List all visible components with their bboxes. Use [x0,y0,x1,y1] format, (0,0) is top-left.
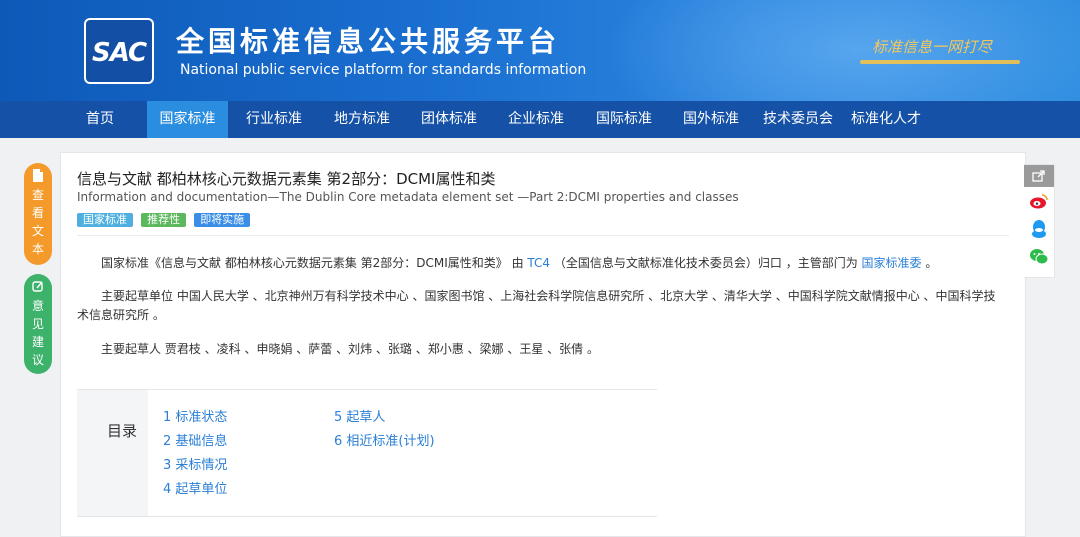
badge-upcoming: 即将实施 [194,213,251,227]
qq-share[interactable] [1024,215,1054,243]
drafting-units: 主要起草单位 中国人民大学 、北京神州万有科学技术中心 、国家图书馆 、上海社会… [77,289,996,322]
slogan-underline [860,60,1020,64]
main-nav: 首页 国家标准 行业标准 地方标准 团体标准 企业标准 国际标准 国外标准 技术… [0,101,1080,138]
toc-status[interactable]: 1 标准状态 [163,406,227,425]
nav-standardization-talent[interactable]: 标准化人才 [845,101,927,138]
badge-group: 国家标准 推荐性 即将实施 [77,208,253,227]
share-bar [1024,164,1055,278]
sac-logo[interactable]: SAC [84,18,154,84]
share-icon [1032,170,1045,182]
toc-related-standards[interactable]: 6 相近标准(计划) [334,430,435,449]
logo-text: SAC [92,38,147,68]
nav-foreign-standards[interactable]: 国外标准 [673,101,749,138]
nav-international-standards[interactable]: 国际标准 [586,101,662,138]
toc-basic-info[interactable]: 2 基础信息 [163,430,227,449]
summary-suffix: 。 [925,256,938,270]
share-toggle[interactable] [1024,165,1054,187]
feedback-button[interactable]: 意见建议 [24,274,52,374]
toc-drafting-units[interactable]: 4 起草单位 [163,478,227,497]
summary-prefix: 国家标准《信息与文献 都柏林核心元数据元素集 第2部分：DCMI属性和类》 由 [101,256,524,270]
standard-title-en: Information and documentation—The Dublin… [77,190,739,204]
standard-title: 信息与文献 都柏林核心元数据元素集 第2部分：DCMI属性和类 [77,170,496,188]
badge-national: 国家标准 [77,213,133,227]
site-title: 全国标准信息公共服务平台 [176,25,561,58]
qq-icon [1032,220,1046,238]
nav-enterprise-standards[interactable]: 企业标准 [498,101,574,138]
nav-industry-standards[interactable]: 行业标准 [236,101,312,138]
banner-glow [600,0,1080,101]
standard-detail-card: 信息与文献 都柏林核心元数据元素集 第2部分：DCMI属性和类 Informat… [60,152,1026,537]
summary-paragraph: 国家标准《信息与文献 都柏林核心元数据元素集 第2部分：DCMI属性和类》 由 … [77,254,1007,273]
dept-link[interactable]: 国家标准委 [862,256,922,270]
weibo-icon [1030,194,1048,209]
header-banner: SAC 全国标准信息公共服务平台 National public service… [0,0,1080,101]
document-icon [33,169,43,182]
nav-home[interactable]: 首页 [72,101,128,138]
badge-recommended: 推荐性 [141,213,187,227]
nav-national-standards[interactable]: 国家标准 [147,101,228,138]
feedback-label: 意见建议 [31,299,44,367]
nav-technical-committees[interactable]: 技术委员会 [757,101,839,138]
site-subtitle: National public service platform for sta… [180,62,587,78]
edit-icon [32,281,43,292]
view-text-button[interactable]: 查看文本 [24,163,52,265]
divider [77,235,1009,236]
toc-adoption[interactable]: 3 采标情况 [163,454,227,473]
toc-heading-cell: 目录 [77,390,148,516]
slogan: 标准信息一网打尽 [872,38,993,56]
weibo-share[interactable] [1024,187,1054,215]
nav-local-standards[interactable]: 地方标准 [324,101,400,138]
nav-group-standards[interactable]: 团体标准 [411,101,487,138]
tc-link[interactable]: TC4 [527,256,550,270]
drafters: 主要起草人 贾君枝 、凌科 、申晓娟 、萨蕾 、刘炜 、张璐 、郑小惠 、梁娜 … [101,342,599,356]
toc-heading: 目录 [107,422,138,440]
toc-drafters[interactable]: 5 起草人 [334,406,385,425]
view-text-label: 查看文本 [31,188,44,256]
wechat-share[interactable] [1024,243,1054,271]
wechat-icon [1030,249,1049,265]
summary-middle: （全国信息与文献标准化技术委员会）归口 ，主管部门为 [553,256,858,270]
table-of-contents: 目录 1 标准状态 2 基础信息 3 采标情况 4 起草单位 5 起草人 6 相… [77,389,657,517]
